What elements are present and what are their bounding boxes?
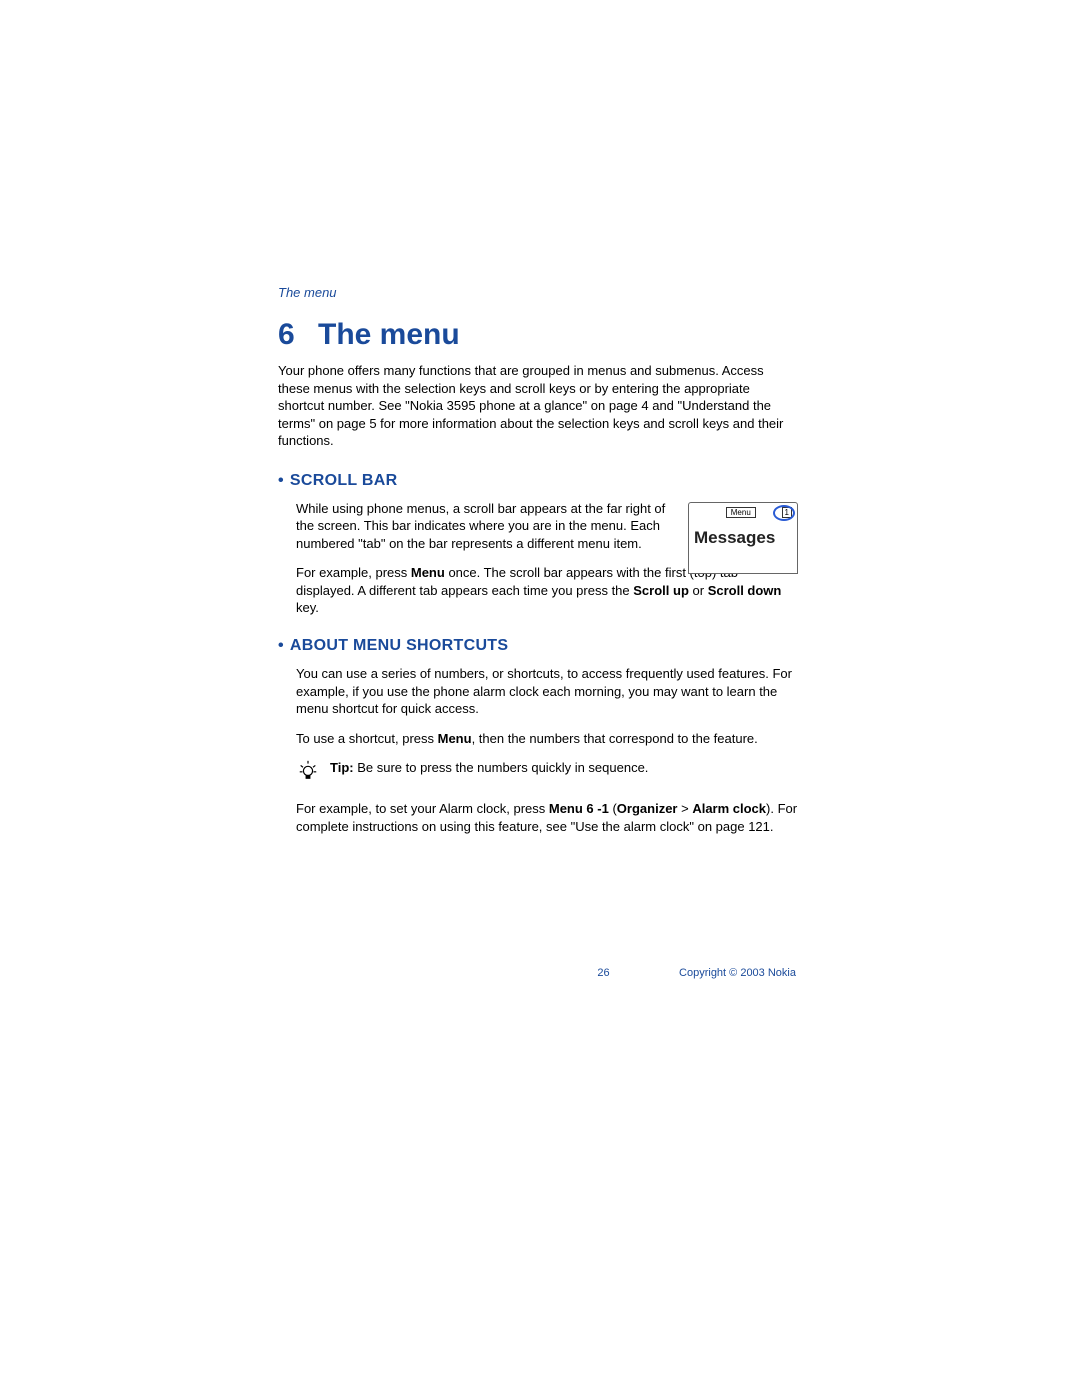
running-header: The menu <box>278 285 798 300</box>
chapter-title-text: The menu <box>318 318 460 351</box>
screen-big-text: Messages <box>694 528 792 548</box>
section-heading-scrollbar: •SCROLL BAR <box>296 472 798 490</box>
page-number: 26 <box>584 967 624 979</box>
chapter-number: 6 <box>278 318 318 352</box>
intro-paragraph: Your phone offers many functions that ar… <box>278 362 798 450</box>
shortcuts-para3: For example, to set your Alarm clock, pr… <box>296 800 798 835</box>
section-heading-scrollbar-row: • SCROLL BAR <box>278 472 798 490</box>
chapter-title: 6The menu <box>278 318 798 352</box>
document-page: The menu 6The menu Your phone offers man… <box>278 285 798 847</box>
shortcuts-para2: To use a shortcut, press Menu, then the … <box>296 730 798 748</box>
section-heading-scrollbar-text: SCROLL BAR <box>290 472 398 489</box>
scrollbar-section: Menu 1 Messages While using phone menus,… <box>278 500 798 617</box>
tip-row: Tip: Be sure to press the numbers quickl… <box>296 759 798 786</box>
shortcuts-section-body: You can use a series of numbers, or shor… <box>278 665 798 835</box>
bullet-icon: • <box>278 472 284 490</box>
circle-annotation-icon <box>773 505 795 521</box>
shortcuts-para1: You can use a series of numbers, or shor… <box>296 665 798 718</box>
lightbulb-icon <box>296 759 320 786</box>
screen-box: Menu 1 Messages <box>688 502 798 574</box>
page-footer: 26 Copyright © 2003 Nokia <box>278 967 798 979</box>
section-heading-shortcuts-row: • ABOUT MENU SHORTCUTS <box>278 637 798 655</box>
section-heading-shortcuts-text: ABOUT MENU SHORTCUTS <box>290 637 508 654</box>
phone-screen-illustration: Menu 1 Messages <box>688 502 798 574</box>
screen-menu-label: Menu <box>726 507 756 518</box>
bullet-icon: • <box>278 637 284 655</box>
tip-text: Tip: Be sure to press the numbers quickl… <box>330 759 798 777</box>
scrollbar-para1: While using phone menus, a scroll bar ap… <box>296 500 686 553</box>
section-heading-shortcuts: •ABOUT MENU SHORTCUTS <box>296 637 798 655</box>
copyright-text: Copyright © 2003 Nokia <box>679 967 796 979</box>
